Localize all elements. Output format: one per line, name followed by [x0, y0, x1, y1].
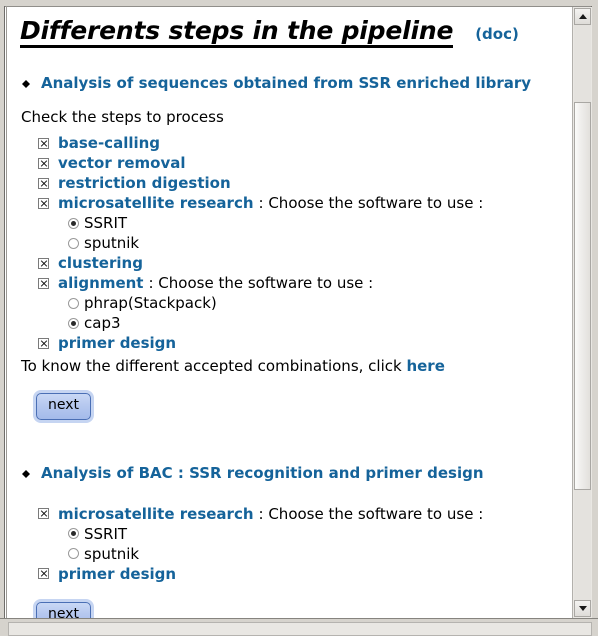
radio-label: cap3: [84, 314, 121, 333]
frame-line-left-light: [6, 6, 7, 618]
checkbox-primer-design-bac[interactable]: [38, 568, 49, 580]
checkbox-base-calling[interactable]: [38, 137, 49, 149]
triangle-up-icon: [579, 14, 587, 19]
next-button-wrapper-1: next: [36, 393, 560, 420]
checkbox-row-base-calling[interactable]: base-calling: [38, 133, 560, 153]
checkbox-label: clustering: [58, 254, 143, 273]
checkbox-restriction-digestion[interactable]: [38, 177, 49, 189]
checkbox-alignment[interactable]: [38, 277, 49, 289]
section-title-text: Analysis of BAC : SSR recognition and pr…: [41, 463, 484, 482]
radio-row-ssrit-bac[interactable]: SSRIT: [68, 524, 560, 544]
scroll-down-button[interactable]: [574, 600, 591, 617]
window-top-strip: [0, 0, 598, 7]
page-viewport: Differents steps in the pipeline (doc) A…: [8, 7, 570, 618]
checkbox-microsatellite-research[interactable]: [38, 197, 49, 209]
section-heading-sequences: Analysis of sequences obtained from SSR …: [22, 74, 560, 92]
radio-row-cap3[interactable]: cap3: [68, 313, 560, 333]
checkbox-row-primer-design-bac[interactable]: primer design: [38, 564, 560, 584]
combinations-note-text: To know the different accepted combinati…: [21, 357, 407, 376]
frame-line-left-dark: [4, 6, 5, 618]
diamond-bullet-icon: [22, 466, 30, 478]
vertical-scrollbar[interactable]: [572, 7, 592, 618]
checkbox-primer-design[interactable]: [38, 337, 49, 349]
next-button-2[interactable]: next: [36, 601, 92, 618]
triangle-down-icon: [579, 606, 587, 611]
radio-label: sputnik: [84, 234, 140, 253]
window-right-bevel: [592, 0, 598, 636]
diamond-bullet-icon: [22, 76, 30, 89]
radio-row-ssrit[interactable]: SSRIT: [68, 213, 560, 233]
checkbox-row-microsatellite-research[interactable]: microsatellite research : Choose the sof…: [38, 193, 560, 213]
radio-phrap[interactable]: [68, 297, 79, 309]
status-bar-field: [8, 622, 592, 636]
radio-row-phrap[interactable]: phrap(Stackpack): [68, 293, 560, 313]
section-title-text: Analysis of sequences obtained from SSR …: [41, 74, 532, 93]
page-title: Differents steps in the pipeline: [20, 17, 453, 49]
checkbox-label: base-calling: [58, 134, 161, 153]
checkbox-microsatellite-research-bac[interactable]: [38, 508, 49, 520]
here-link[interactable]: here: [406, 357, 444, 375]
checkbox-clustering[interactable]: [38, 257, 49, 269]
steps-checklist-bac: microsatellite research : Choose the sof…: [18, 504, 560, 584]
checkbox-row-primer-design[interactable]: primer design: [38, 333, 560, 353]
page-content: Differents steps in the pipeline (doc) A…: [8, 7, 570, 618]
radio-row-sputnik-bac[interactable]: sputnik: [68, 544, 560, 564]
radio-label: phrap(Stackpack): [84, 294, 217, 313]
radio-ssrit[interactable]: [68, 217, 79, 229]
scrollbar-thumb[interactable]: [574, 102, 591, 490]
radio-label: SSRIT: [84, 214, 128, 233]
checkbox-label: microsatellite research: [58, 504, 254, 523]
checkbox-vector-removal[interactable]: [38, 157, 49, 169]
section-heading-bac: Analysis of BAC : SSR recognition and pr…: [22, 464, 560, 482]
status-bar: [0, 618, 598, 636]
combinations-note: To know the different accepted combinati…: [21, 357, 560, 375]
page-header: Differents steps in the pipeline (doc): [20, 17, 560, 49]
checkbox-row-alignment[interactable]: alignment : Choose the software to use :: [38, 273, 560, 293]
scroll-up-button[interactable]: [574, 8, 591, 25]
radio-sputnik-bac[interactable]: [68, 548, 79, 560]
radio-cap3[interactable]: [68, 317, 79, 329]
checkbox-label: alignment: [58, 274, 144, 293]
next-button-1[interactable]: next: [36, 393, 92, 420]
instruction-text: Check the steps to process: [21, 108, 224, 127]
checkbox-row-microsatellite-research-bac[interactable]: microsatellite research : Choose the sof…: [38, 504, 560, 524]
next-button-wrapper-2: next: [36, 601, 560, 618]
checkbox-label: microsatellite research: [58, 194, 254, 213]
radio-row-sputnik[interactable]: sputnik: [68, 233, 560, 253]
checkbox-label: primer design: [58, 334, 177, 353]
browser-window: Differents steps in the pipeline (doc) A…: [0, 0, 598, 636]
radio-label: SSRIT: [84, 524, 128, 543]
radio-ssrit-bac[interactable]: [68, 528, 79, 540]
checkbox-row-clustering[interactable]: clustering: [38, 253, 560, 273]
checkbox-suffix: : Choose the software to use :: [258, 194, 484, 213]
doc-link[interactable]: (doc): [475, 25, 519, 43]
checkbox-suffix: : Choose the software to use :: [258, 504, 484, 523]
checkbox-suffix: : Choose the software to use :: [148, 274, 374, 293]
radio-label: sputnik: [84, 544, 140, 563]
checkbox-row-vector-removal[interactable]: vector removal: [38, 153, 560, 173]
checkbox-label: restriction digestion: [58, 174, 231, 193]
checkbox-label: vector removal: [58, 154, 186, 173]
radio-sputnik[interactable]: [68, 237, 79, 249]
checkbox-row-restriction-digestion[interactable]: restriction digestion: [38, 173, 560, 193]
steps-checklist-sequences: base-calling vector removal restriction …: [18, 133, 560, 353]
checkbox-label: primer design: [58, 564, 177, 583]
